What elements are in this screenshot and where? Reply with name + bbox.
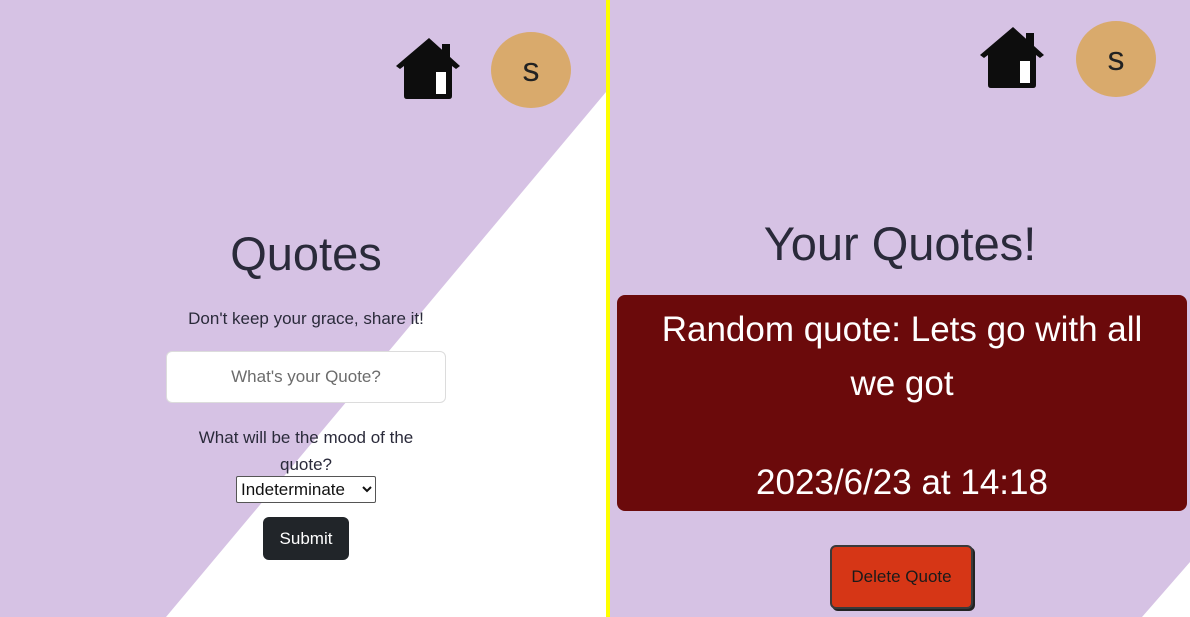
quote-card: Random quote: Lets go with all we got 20…	[617, 295, 1187, 511]
delete-quote-button[interactable]: Delete Quote	[830, 545, 973, 609]
quote-date: 2023/6/23 at 14:18	[756, 463, 1048, 502]
avatar[interactable]: s	[491, 32, 571, 108]
submit-button[interactable]: Submit	[263, 517, 349, 560]
mood-label: What will be the mood of the quote?	[198, 428, 414, 474]
page-title: Quotes	[230, 227, 382, 280]
quote-input[interactable]	[166, 351, 446, 403]
home-icon[interactable]	[980, 25, 1046, 89]
quote-text: Random quote: Lets go with all we got	[661, 310, 1143, 403]
mood-select[interactable]: Indeterminate	[236, 476, 376, 503]
avatar[interactable]: s	[1076, 21, 1156, 97]
quotes-form-page: s Quotes Don't keep your grace, share it…	[0, 0, 606, 617]
page-title: Your Quotes!	[763, 217, 1037, 270]
screenshot-stage: s Quotes Don't keep your grace, share it…	[0, 0, 1190, 617]
avatar-letter: s	[1107, 39, 1125, 78]
home-icon[interactable]	[396, 36, 462, 100]
tagline: Don't keep your grace, share it!	[188, 309, 424, 328]
avatar-letter: s	[522, 50, 540, 89]
your-quotes-page: s Your Quotes! Random quote: Lets go wit…	[610, 0, 1190, 617]
